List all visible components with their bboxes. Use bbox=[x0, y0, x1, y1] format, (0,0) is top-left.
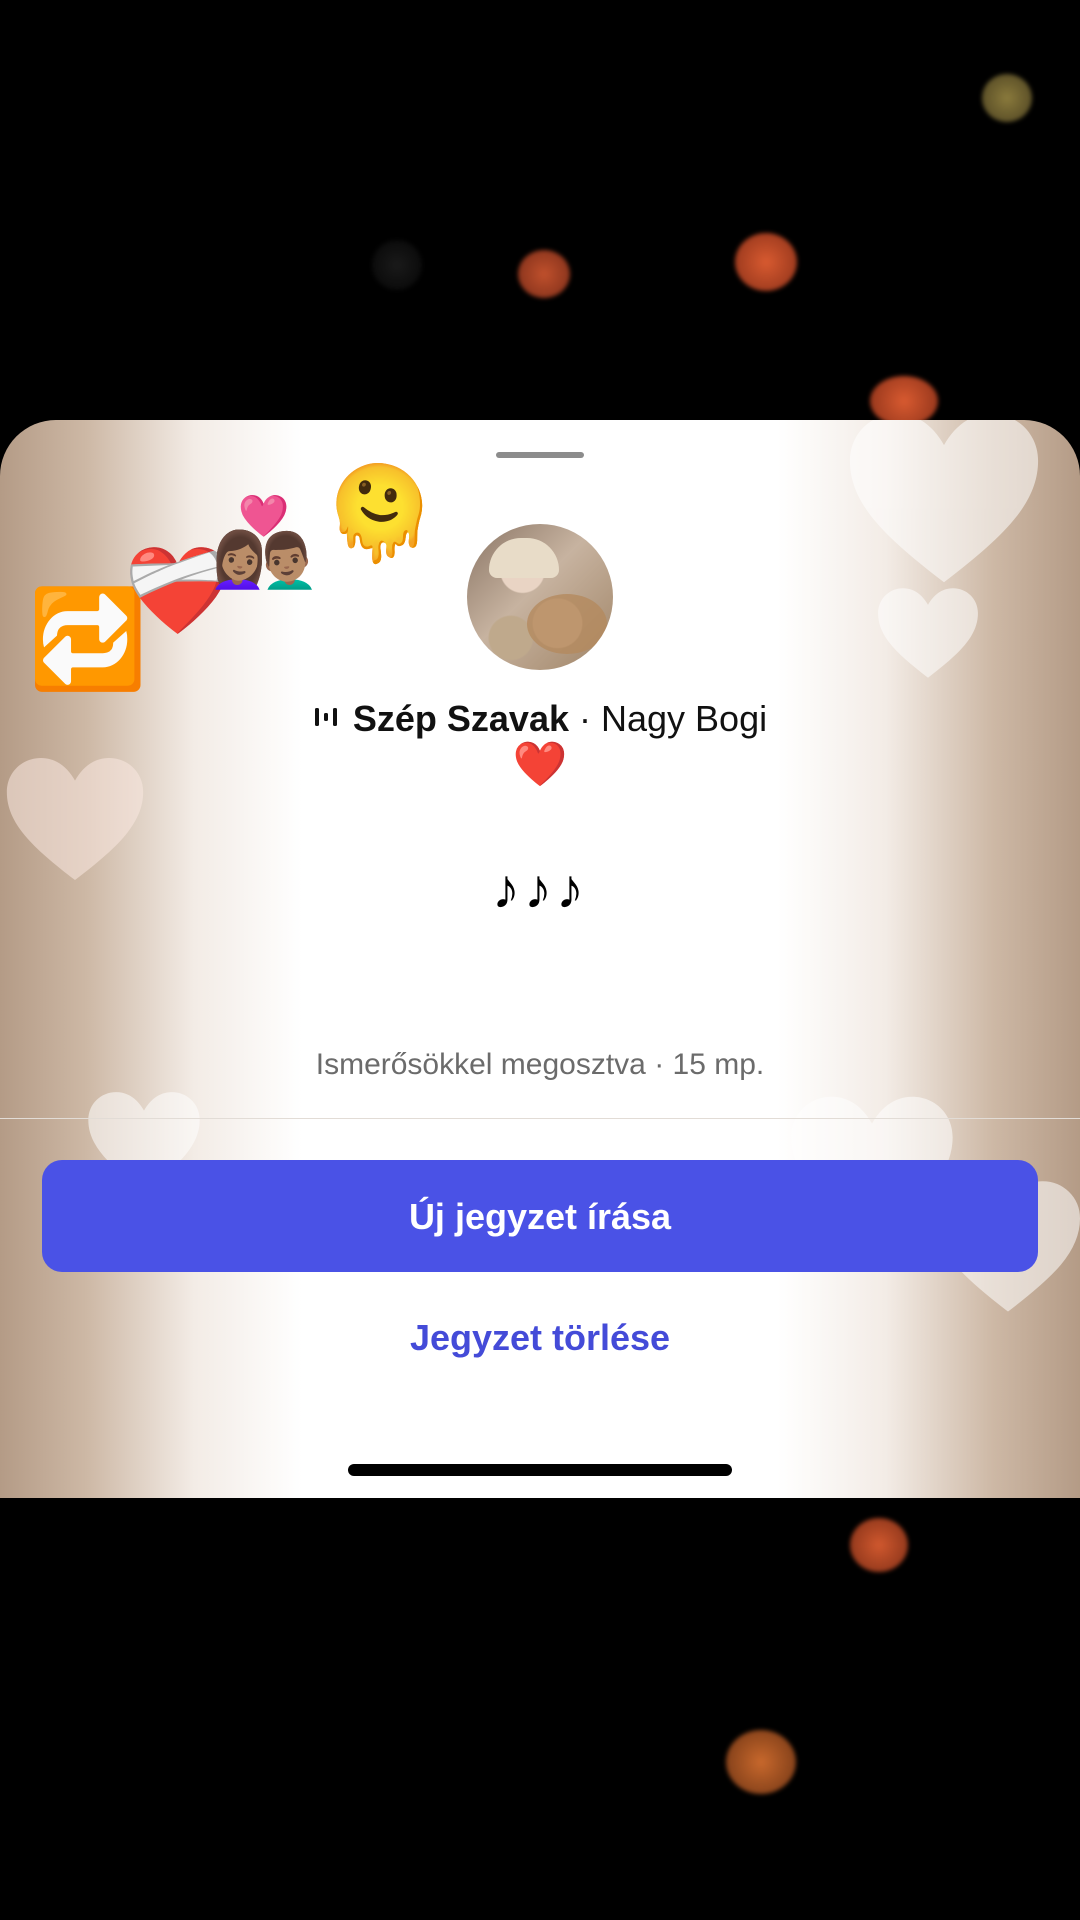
bokeh-light bbox=[870, 376, 938, 426]
audio-wave-icon bbox=[313, 697, 339, 739]
note-bottom-sheet: 🔁 ❤️‍🩹 👩🏽‍❤️‍👨🏽 🫠 Szép Szavak · Nagy Bog… bbox=[0, 420, 1080, 1498]
sheet-grabber[interactable] bbox=[496, 452, 584, 458]
home-indicator bbox=[348, 1464, 732, 1476]
avatar[interactable] bbox=[467, 524, 613, 670]
bokeh-light bbox=[518, 250, 570, 298]
bokeh-light bbox=[982, 74, 1032, 122]
share-status: Ismerősökkel megosztva · 15 mp. bbox=[315, 1048, 765, 1081]
song-title: Szép Szavak bbox=[352, 698, 569, 739]
couple-with-heart-emoji: 👩🏽‍❤️‍👨🏽 bbox=[210, 495, 318, 591]
title-separator: · bbox=[569, 698, 601, 739]
song-artist: Nagy Bogi bbox=[601, 698, 768, 739]
bokeh-light bbox=[372, 240, 422, 290]
note-text: ♪♪♪ bbox=[492, 857, 588, 920]
bokeh-light bbox=[735, 233, 797, 291]
delete-note-button[interactable]: Jegyzet törlése bbox=[0, 1300, 1080, 1376]
heart-decoration bbox=[846, 420, 1042, 588]
song-info[interactable]: Szép Szavak · Nagy Bogi bbox=[0, 698, 1080, 740]
heart-decoration bbox=[876, 578, 980, 688]
divider bbox=[0, 1118, 1080, 1119]
red-heart-emoji: ❤️ bbox=[512, 740, 568, 789]
bokeh-light bbox=[726, 1730, 796, 1794]
new-note-button[interactable]: Új jegyzet írása bbox=[42, 1160, 1038, 1272]
melting-face-emoji: 🫠 bbox=[322, 463, 437, 565]
bokeh-light bbox=[850, 1518, 908, 1572]
